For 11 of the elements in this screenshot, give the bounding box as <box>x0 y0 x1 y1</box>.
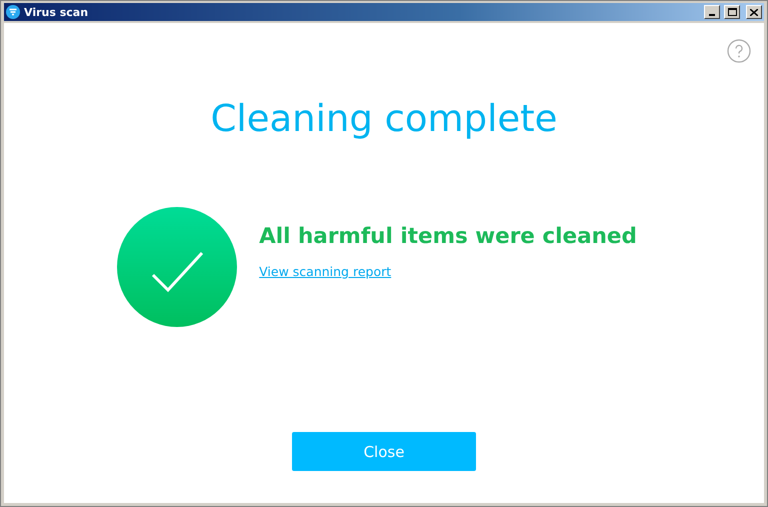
minimize-button[interactable] <box>704 5 720 19</box>
page-heading: Cleaning complete <box>210 97 558 140</box>
report-link[interactable]: View scanning report <box>259 264 392 279</box>
maximize-icon <box>728 8 736 16</box>
result-message: All harmful items were cleaned <box>259 224 637 249</box>
window-title: Virus scan <box>24 6 90 18</box>
close-button[interactable]: Close <box>292 432 476 471</box>
close-icon <box>750 8 758 16</box>
maximize-button[interactable] <box>724 5 740 19</box>
checkmark-icon <box>117 207 238 327</box>
close-window-button[interactable] <box>746 5 762 19</box>
